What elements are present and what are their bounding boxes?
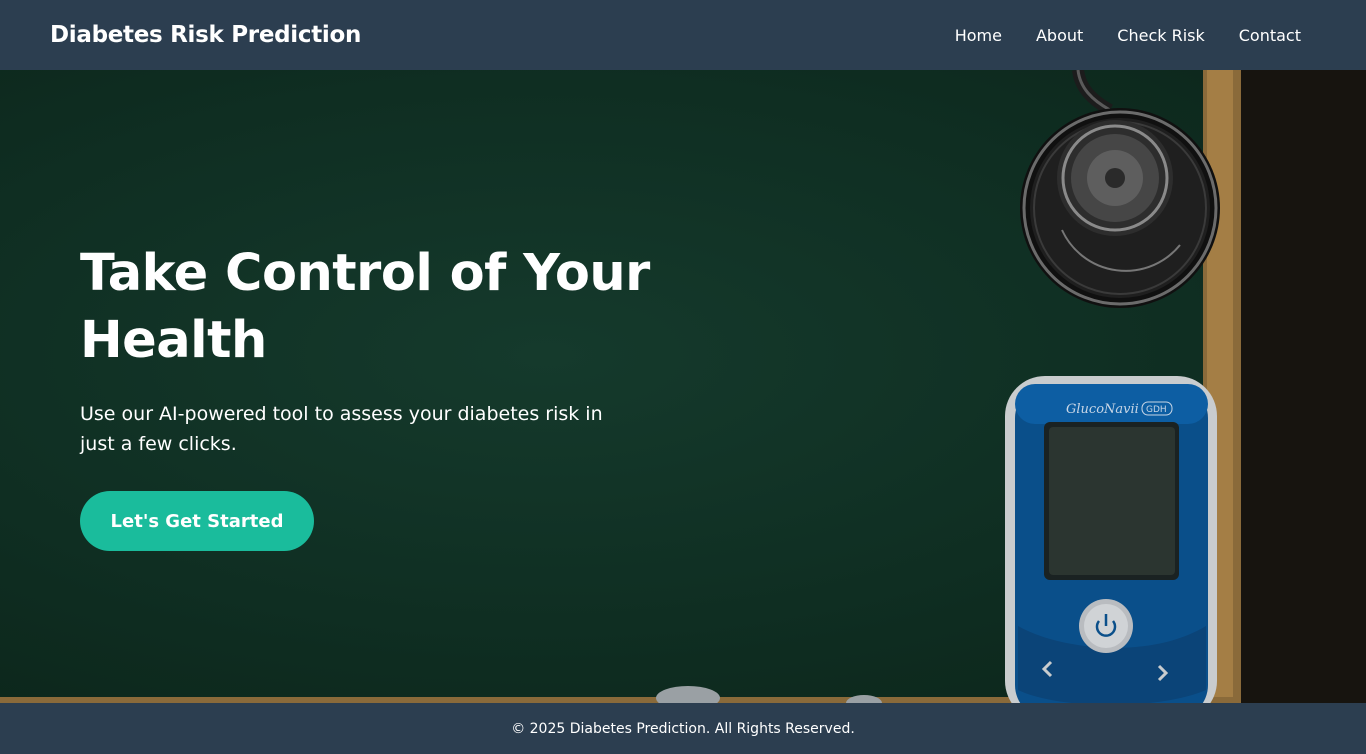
- nav-link-about[interactable]: About: [1036, 26, 1083, 45]
- nav-link-check-risk[interactable]: Check Risk: [1117, 26, 1204, 45]
- brand-title[interactable]: Diabetes Risk Prediction: [50, 22, 361, 48]
- get-started-button[interactable]: Let's Get Started: [80, 491, 314, 551]
- meter-brand-label: GlucoNavii: [1066, 402, 1139, 417]
- hero-title: Take Control of Your Health: [80, 244, 650, 370]
- hero-section: GlucoNavii GDH Take Control of Your Heal…: [0, 70, 1366, 703]
- hero-content: Take Control of Your Health Use our AI-p…: [80, 240, 660, 551]
- nav-links: Home About Check Risk Contact: [955, 26, 1316, 45]
- stethoscope-image: [1020, 70, 1220, 308]
- meter-model-label: GDH: [1146, 405, 1167, 415]
- footer-copyright: © 2025 Diabetes Prediction. All Rights R…: [511, 720, 855, 737]
- glucose-meter-image: GlucoNavii GDH: [1005, 376, 1217, 703]
- navbar: Diabetes Risk Prediction Home About Chec…: [0, 0, 1366, 70]
- nav-link-contact[interactable]: Contact: [1239, 26, 1301, 45]
- hero-subtitle: Use our AI-powered tool to assess your d…: [80, 403, 603, 455]
- footer: © 2025 Diabetes Prediction. All Rights R…: [0, 703, 1366, 754]
- nav-link-home[interactable]: Home: [955, 26, 1002, 45]
